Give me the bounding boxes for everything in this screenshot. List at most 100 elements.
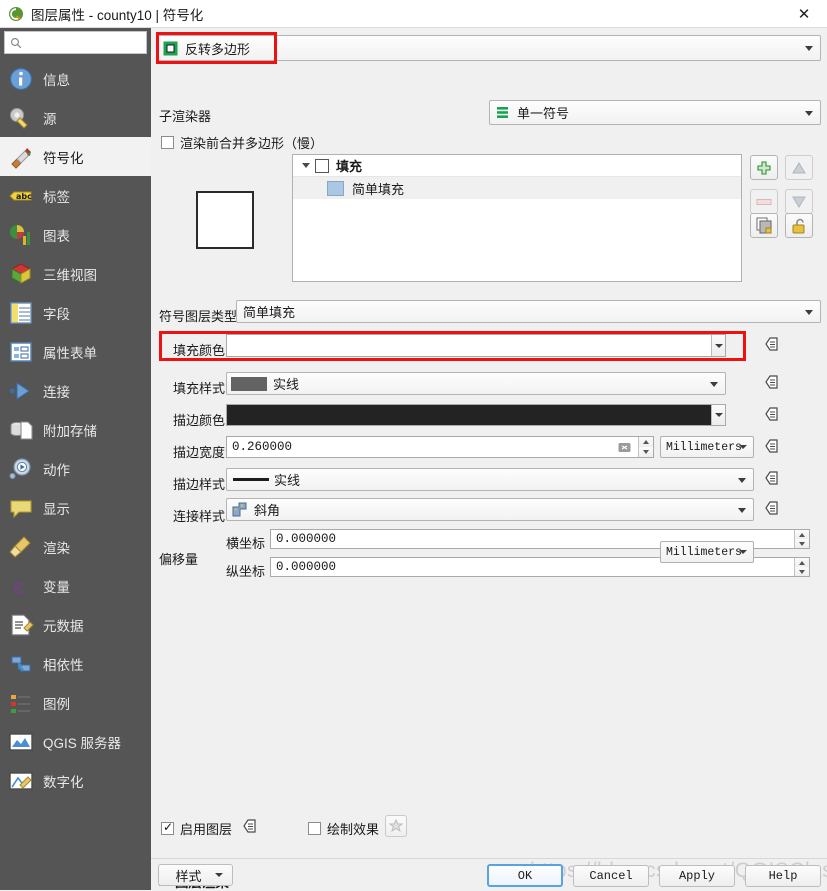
fill-color-data-defined-override-button[interactable] xyxy=(764,336,781,353)
table-row[interactable]: 简单填充 xyxy=(293,177,741,199)
stroke-style-combobox[interactable]: 实线 xyxy=(226,468,754,491)
duplicate-symbol-layer-button[interactable] xyxy=(750,213,778,238)
offset-unit-combobox[interactable]: Millimeters xyxy=(660,541,754,563)
chevron-down-icon xyxy=(805,110,813,116)
draw-effects-settings-button[interactable] xyxy=(385,815,407,837)
sidebar-item-display[interactable]: 显示 xyxy=(0,488,151,527)
qgis-logo-icon xyxy=(9,6,23,21)
stroke-style-value: 实线 xyxy=(274,473,301,488)
symbol-enabled-checkbox[interactable] xyxy=(315,158,329,173)
abc-label-icon: abc xyxy=(9,191,32,201)
sidebar-item-label: 附加存储 xyxy=(43,423,97,439)
table-row[interactable]: 填充 xyxy=(293,155,741,177)
stroke-width-stepper[interactable] xyxy=(638,437,653,457)
sidebar-item-3d-view[interactable]: 三维视图 xyxy=(0,254,151,293)
sidebar-item-metadata[interactable]: 元数据 xyxy=(0,605,151,644)
offset-unit-value: Millimeters xyxy=(666,545,742,559)
sidebar-item-variables[interactable]: ε 变量 xyxy=(0,566,151,605)
merge-polygons-checkbox[interactable]: 渲染前合并多边形（慢） xyxy=(161,133,323,152)
data-defined-override-icon xyxy=(765,407,778,421)
remove-symbol-layer-button[interactable] xyxy=(750,189,778,214)
stroke-color-data-defined-override-button[interactable] xyxy=(764,406,781,423)
stepper-down-icon[interactable] xyxy=(795,567,809,576)
stepper-down-icon[interactable] xyxy=(639,447,653,457)
chevron-down-icon xyxy=(805,46,813,51)
symbol-layer-type-value: 简单填充 xyxy=(243,305,296,320)
sidebar-item-dependencies[interactable]: 相依性 xyxy=(0,644,151,683)
search-input[interactable] xyxy=(22,32,140,53)
sidebar-item-label: 显示 xyxy=(43,501,70,517)
stroke-width-unit-combobox[interactable]: Millimeters xyxy=(660,436,754,458)
sidebar-item-diagrams[interactable]: 图表 xyxy=(0,215,151,254)
stroke-width-input[interactable]: 0.260000 xyxy=(226,436,654,458)
join-bevel-icon xyxy=(232,502,247,517)
sidebar-search[interactable] xyxy=(4,31,147,54)
clear-icon[interactable] xyxy=(618,441,631,454)
rendering-broom-icon xyxy=(9,535,31,558)
offset-x-stepper[interactable] xyxy=(794,530,809,548)
draw-effects-checkbox[interactable]: 绘制效果 xyxy=(308,819,379,838)
renderer-type-highlight xyxy=(156,32,277,64)
chevron-down-icon xyxy=(805,309,813,315)
svg-text:abc: abc xyxy=(16,192,32,201)
move-down-button[interactable] xyxy=(785,189,813,214)
stroke-width-unit-value: Millimeters xyxy=(666,440,742,454)
sidebar-item-qgis-server[interactable]: QGIS 服务器 xyxy=(0,722,151,761)
fill-style-combobox[interactable]: 实线 xyxy=(226,372,726,395)
symbol-layer-tree[interactable]: 填充 简单填充 xyxy=(292,154,742,282)
sidebar-item-source[interactable]: 源 xyxy=(0,98,151,137)
variables-epsilon-icon: ε xyxy=(13,575,24,599)
sidebar-item-actions[interactable]: 动作 xyxy=(0,449,151,488)
sub-renderer-combobox[interactable]: 单一符号 xyxy=(489,100,821,125)
chevron-down-icon[interactable] xyxy=(302,163,310,168)
sidebar-item-fields[interactable]: 字段 xyxy=(0,293,151,332)
cancel-button[interactable]: Cancel xyxy=(573,865,649,887)
sidebar-item-label: 连接 xyxy=(43,384,70,400)
apply-button-label: Apply xyxy=(678,869,715,883)
chevron-down-icon xyxy=(739,550,747,554)
join-style-combobox[interactable]: 斜角 xyxy=(226,498,754,521)
stepper-up-icon[interactable] xyxy=(639,437,653,447)
sidebar-item-label: 标签 xyxy=(43,189,70,205)
dialog-title: 图层属性 - county10 | 符号化 xyxy=(31,7,204,23)
digitizing-icon xyxy=(9,771,33,790)
metadata-icon xyxy=(11,613,34,636)
help-button[interactable]: Help xyxy=(745,865,821,887)
sidebar-item-rendering[interactable]: 渲染 xyxy=(0,527,151,566)
offset-label: 偏移量 xyxy=(159,552,199,567)
sidebar-item-digitizing[interactable]: 数字化 xyxy=(0,761,151,800)
sidebar-item-labels[interactable]: abc 标签 xyxy=(0,176,151,215)
stroke-width-data-defined-override-button[interactable] xyxy=(764,438,781,455)
lock-colors-button[interactable] xyxy=(785,213,813,238)
stepper-up-icon[interactable] xyxy=(795,530,809,539)
move-up-button[interactable] xyxy=(785,155,813,180)
offset-y-stepper[interactable] xyxy=(794,558,809,576)
sidebar-item-label: 符号化 xyxy=(43,150,84,166)
stepper-up-icon[interactable] xyxy=(795,558,809,567)
sidebar: 信息 源 符号化 abc 标签 图表 三维视图 字段 属性表单 连接 附加存储 … xyxy=(0,28,151,890)
enable-layer-checkbox[interactable]: 启用图层 xyxy=(161,819,232,838)
auxiliary-storage-icon xyxy=(10,420,33,440)
symbol-layer-type-combobox[interactable]: 简单填充 xyxy=(236,300,821,323)
ok-button[interactable]: OK xyxy=(487,864,563,887)
stroke-color-swatch[interactable] xyxy=(226,404,726,426)
stepper-down-icon[interactable] xyxy=(795,539,809,548)
join-style-data-defined-override-button[interactable] xyxy=(764,500,781,517)
sidebar-item-information[interactable]: 信息 xyxy=(0,59,151,98)
enable-layer-data-defined-override-button[interactable] xyxy=(242,818,259,835)
chevron-down-icon[interactable] xyxy=(711,405,725,425)
close-icon[interactable]: ✕ xyxy=(781,0,827,28)
sidebar-item-label: 相依性 xyxy=(43,657,84,673)
stroke-style-data-defined-override-button[interactable] xyxy=(764,470,781,487)
sidebar-item-label: 源 xyxy=(43,111,57,127)
sidebar-item-symbology[interactable]: 符号化 xyxy=(0,137,151,176)
tree-row-label: 填充 xyxy=(336,159,363,174)
add-symbol-layer-button[interactable] xyxy=(750,155,778,180)
apply-button[interactable]: Apply xyxy=(659,865,735,887)
fill-style-data-defined-override-button[interactable] xyxy=(764,374,781,391)
sidebar-item-attributes-form[interactable]: 属性表单 xyxy=(0,332,151,371)
sidebar-item-auxiliary-storage[interactable]: 附加存储 xyxy=(0,410,151,449)
sidebar-item-legend[interactable]: 图例 xyxy=(0,683,151,722)
sidebar-item-joins[interactable]: 连接 xyxy=(0,371,151,410)
style-button[interactable]: 样式 xyxy=(158,864,233,886)
